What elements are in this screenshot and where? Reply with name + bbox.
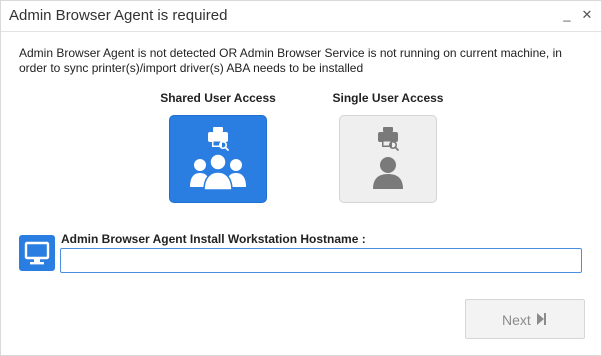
monitor-icon — [24, 241, 50, 265]
minimize-button[interactable]: _ — [557, 5, 577, 25]
info-message: Admin Browser Agent is not detected OR A… — [19, 46, 562, 75]
window-title: Admin Browser Agent is required — [9, 7, 228, 24]
next-button-label: Next — [502, 312, 531, 328]
title-bar: Admin Browser Agent is required _ ✕ — [1, 1, 601, 32]
skip-next-icon — [537, 313, 546, 325]
single-user-access-label: Single User Access — [332, 91, 444, 105]
users-printer-icon — [190, 127, 246, 191]
user-printer-icon — [373, 127, 403, 189]
single-user-access-tile[interactable] — [339, 115, 437, 203]
hostname-input[interactable] — [60, 248, 582, 273]
next-button[interactable]: Next — [465, 299, 585, 339]
aba-required-dialog: Admin Browser Agent is required _ ✕ Admi… — [0, 0, 602, 356]
shared-user-access-tile[interactable] — [169, 115, 267, 203]
hostname-label: Admin Browser Agent Install Workstation … — [61, 232, 366, 246]
close-button[interactable]: ✕ — [577, 5, 597, 25]
monitor-icon-button[interactable] — [19, 235, 55, 271]
shared-user-access-label: Shared User Access — [160, 91, 276, 105]
